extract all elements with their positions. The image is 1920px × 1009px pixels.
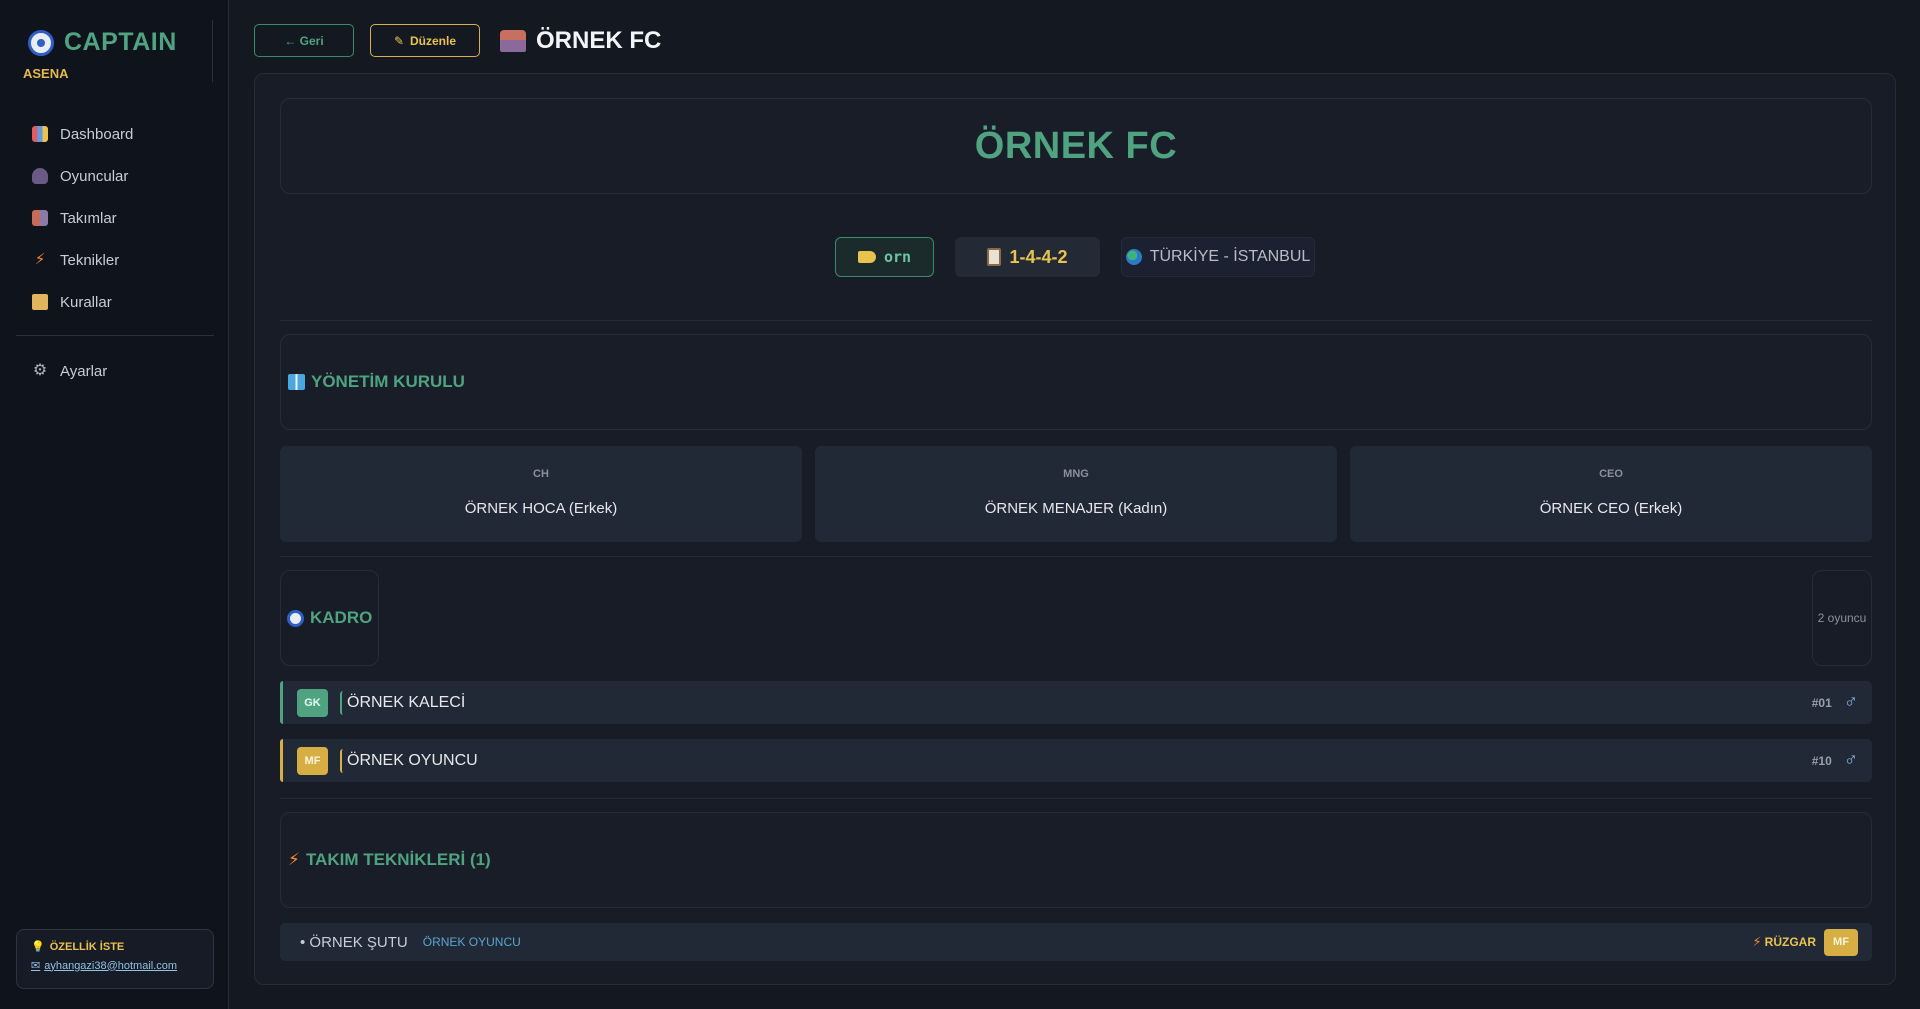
sidebar-item-label: Dashboard: [60, 125, 134, 143]
pencil-icon: ✎: [393, 33, 405, 48]
position-badge: MF: [1824, 928, 1858, 956]
squad-title: KADRO: [287, 608, 372, 628]
feature-request-label: ÖZELLİK İSTE: [49, 940, 125, 953]
stadium-icon: [500, 30, 526, 52]
technique-name: • ÖRNEK ŞUTU: [300, 933, 408, 951]
sidebar-item-label: Ayarlar: [60, 362, 108, 380]
divider: [280, 320, 1872, 321]
formation-chip: 1-4-4-2: [955, 237, 1100, 277]
team-name-card: ÖRNEK FC: [280, 98, 1872, 194]
sidebar-item-dashboard[interactable]: Dashboard: [16, 113, 214, 155]
squad-title-text: KADRO: [310, 608, 373, 627]
board-member-card: CH ÖRNEK HOCA (Erkek): [280, 446, 802, 542]
brand[interactable]: CAPTAIN: [28, 28, 177, 57]
member-role: MNG: [1063, 468, 1089, 480]
sidebar-item-settings[interactable]: ⚙ Ayarlar: [16, 350, 214, 392]
envelope-icon: ✉: [31, 960, 41, 972]
squad-section-header: KADRO: [280, 570, 379, 666]
player-number: #10: [1811, 753, 1832, 768]
location: TÜRKİYE - İSTANBUL: [1149, 248, 1311, 265]
squad-count: 2 oyuncu: [1812, 570, 1872, 666]
sidebar-item-label: Teknikler: [60, 251, 120, 269]
divider: [280, 798, 1872, 799]
feature-request-box: 💡 ÖZELLİK İSTE ✉ ayhangazi38@hotmail.com: [16, 929, 214, 989]
board-member-card: CEO ÖRNEK CEO (Erkek): [1350, 446, 1872, 542]
divider: [280, 556, 1872, 557]
page-title-text: ÖRNEK FC: [536, 27, 662, 54]
member-role: CEO: [1599, 468, 1623, 480]
clipboard-icon: [987, 248, 1002, 266]
sidebar-item-rules[interactable]: Kurallar: [16, 281, 214, 323]
board-title-text: YÖNETİM KURULU: [311, 372, 465, 391]
technique-type-label: RÜZGAR: [1764, 935, 1816, 949]
player-row[interactable]: GK ÖRNEK KALECİ #01 ♂: [280, 681, 1872, 724]
edit-button-label: Düzenle: [410, 33, 457, 48]
sidebar-item-teams[interactable]: Takımlar: [16, 197, 214, 239]
soccer-ball-icon: [28, 29, 54, 56]
male-icon: ♂: [1843, 749, 1858, 771]
scroll-icon: [32, 294, 48, 310]
member-name: ÖRNEK MENAJER (Kadın): [984, 500, 1168, 517]
player-name: ÖRNEK KALECİ: [340, 690, 465, 715]
email-text: ayhangazi38@hotmail.com: [44, 959, 178, 972]
sidebar-item-label: Takımlar: [60, 209, 117, 227]
sidebar: CAPTAIN ASENA Dashboard Oyuncular Takıml…: [0, 0, 229, 1009]
bolt-icon: ⚡: [1752, 934, 1762, 949]
brand-divider: [212, 20, 213, 82]
player-number: #01: [1811, 695, 1832, 710]
team-code-chip: orn: [835, 237, 934, 277]
member-name: ÖRNEK HOCA (Erkek): [464, 500, 618, 517]
page-title: ÖRNEK FC: [500, 24, 661, 58]
position-color-bar: [280, 739, 283, 782]
feature-request-title: 💡 ÖZELLİK İSTE: [31, 940, 199, 954]
board-member-card: MNG ÖRNEK MENAJER (Kadın): [815, 446, 1337, 542]
gear-icon: ⚙: [32, 362, 48, 379]
back-button[interactable]: ← Geri: [254, 24, 354, 57]
player-icon: [32, 168, 48, 184]
chart-icon: [32, 126, 48, 142]
bolt-icon: ⚡: [34, 251, 46, 268]
position-badge: MF: [297, 746, 328, 775]
player-name: ÖRNEK OYUNCU: [340, 748, 478, 773]
globe-icon: [1125, 249, 1142, 265]
techniques-title-text: TAKIM TEKNİKLERİ (1): [305, 850, 491, 869]
feature-request-email-link[interactable]: ✉ ayhangazi38@hotmail.com: [31, 959, 199, 973]
sidebar-item-label: Kurallar: [60, 293, 112, 311]
player-row[interactable]: MF ÖRNEK OYUNCU #10 ♂: [280, 739, 1872, 782]
techniques-section-header: ⚡ TAKIM TEKNİKLERİ (1): [280, 812, 1872, 908]
soccer-ball-icon: [287, 609, 304, 627]
sidebar-item-techniques[interactable]: ⚡ Teknikler: [16, 239, 214, 281]
technique-row[interactable]: • ÖRNEK ŞUTU ÖRNEK OYUNCU ⚡ RÜZGAR MF: [280, 923, 1872, 961]
app-subtitle: ASENA: [23, 66, 69, 81]
technique-type: ⚡ RÜZGAR: [1753, 934, 1816, 950]
team-detail-panel: ÖRNEK FC orn 1-4-4-2 TÜRKİYE - İSTANBUL …: [254, 73, 1896, 985]
member-name: ÖRNEK CEO (Erkek): [1539, 500, 1683, 517]
technique-owner[interactable]: ÖRNEK OYUNCU: [423, 935, 521, 949]
app-title: CAPTAIN: [64, 28, 177, 56]
main-nav: Dashboard Oyuncular Takımlar ⚡ Teknikler…: [16, 113, 214, 323]
board-section-header: YÖNETİM KURULU: [280, 334, 1872, 430]
member-role: CH: [533, 468, 549, 480]
location-chip: TÜRKİYE - İSTANBUL: [1121, 237, 1315, 277]
edit-button[interactable]: ✎ Düzenle: [370, 24, 480, 57]
nav-divider: [16, 335, 214, 336]
formation: 1-4-4-2: [1009, 246, 1068, 267]
board-icon: [288, 374, 305, 390]
lightbulb-icon: 💡: [31, 941, 45, 953]
stadium-icon: [32, 210, 48, 226]
secondary-nav: ⚙ Ayarlar: [16, 350, 214, 392]
team-code: orn: [883, 248, 912, 266]
team-name: ÖRNEK FC: [974, 124, 1178, 167]
techniques-title: ⚡ TAKIM TEKNİKLERİ (1): [288, 850, 491, 870]
male-icon: ♂: [1843, 691, 1858, 713]
position-color-bar: [280, 681, 283, 724]
sidebar-item-players[interactable]: Oyuncular: [16, 155, 214, 197]
tag-icon: [857, 251, 876, 263]
position-badge: GK: [297, 688, 328, 717]
bolt-icon: ⚡: [288, 850, 300, 869]
sidebar-item-label: Oyuncular: [60, 167, 129, 185]
board-title: YÖNETİM KURULU: [288, 372, 465, 392]
